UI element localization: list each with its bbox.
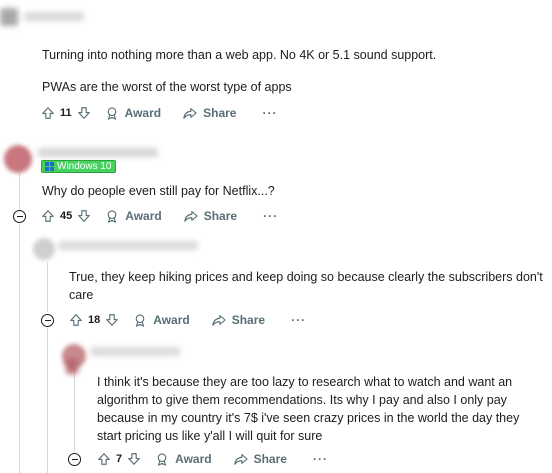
username-redacted bbox=[90, 347, 180, 356]
avatar bbox=[33, 238, 55, 260]
share-label: Share bbox=[253, 452, 287, 466]
downvote-icon[interactable] bbox=[77, 209, 91, 223]
username-redacted bbox=[58, 241, 198, 250]
share-button[interactable]: Share bbox=[233, 452, 287, 466]
upvote-icon[interactable] bbox=[41, 106, 55, 120]
avatar bbox=[4, 145, 32, 173]
award-label: Award bbox=[153, 313, 190, 327]
comment-actions: 7 Award Share ··· bbox=[97, 449, 328, 469]
vote-controls: 7 bbox=[97, 452, 141, 466]
share-label: Share bbox=[203, 106, 237, 120]
comment-line: care bbox=[69, 288, 94, 302]
upvote-icon[interactable] bbox=[69, 313, 83, 327]
username-redacted bbox=[66, 358, 78, 374]
comment-body: Turning into nothing more than a web app… bbox=[42, 46, 542, 64]
award-label: Award bbox=[125, 209, 162, 223]
award-label: Award bbox=[175, 452, 212, 466]
comment-body: I think it's because they are too lazy t… bbox=[97, 373, 547, 445]
award-icon bbox=[157, 453, 167, 466]
award-button[interactable]: Award bbox=[105, 209, 162, 223]
award-button[interactable]: Award bbox=[105, 106, 161, 120]
comment-line: start pricing us like y'all I will quit … bbox=[97, 429, 323, 443]
award-icon bbox=[107, 210, 117, 223]
thread-line[interactable] bbox=[74, 370, 75, 452]
thread-line[interactable] bbox=[19, 172, 20, 212]
vote-controls: 11 bbox=[41, 106, 91, 120]
award-label: Award bbox=[124, 106, 162, 120]
collapse-thread-button[interactable] bbox=[41, 314, 54, 327]
vote-count: 7 bbox=[116, 453, 123, 465]
comment-body: PWAs are the worst of the worst type of … bbox=[42, 78, 542, 96]
username-redacted bbox=[24, 12, 84, 21]
downvote-icon[interactable] bbox=[105, 313, 119, 327]
more-options-button[interactable]: ··· bbox=[291, 313, 306, 327]
upvote-icon[interactable] bbox=[97, 452, 111, 466]
vote-count: 18 bbox=[88, 314, 101, 326]
comment-line: PWAs are the worst of the worst type of … bbox=[42, 80, 292, 94]
comment-line: I think it's because they are too lazy t… bbox=[97, 375, 513, 389]
user-flair: Windows 10 bbox=[41, 160, 117, 173]
share-label: Share bbox=[231, 313, 266, 327]
award-button[interactable]: Award bbox=[133, 313, 190, 327]
username-redacted bbox=[0, 8, 18, 26]
comment-line: because in my country it's 7$ i've seen … bbox=[97, 411, 520, 425]
comment-actions: 11 Award Share ··· bbox=[41, 103, 277, 123]
comment-line: Why do people even still pay for Netflix… bbox=[42, 184, 275, 198]
vote-count: 11 bbox=[60, 107, 72, 119]
vote-controls: 45 bbox=[41, 209, 91, 223]
award-icon bbox=[107, 107, 116, 120]
share-icon bbox=[233, 454, 248, 465]
upvote-icon[interactable] bbox=[41, 209, 55, 223]
share-icon bbox=[212, 315, 226, 326]
thread-line[interactable] bbox=[19, 224, 20, 473]
more-options-button[interactable]: ··· bbox=[263, 209, 278, 223]
more-options-button[interactable]: ··· bbox=[262, 106, 277, 120]
collapse-thread-button[interactable] bbox=[13, 210, 26, 223]
downvote-icon[interactable] bbox=[77, 106, 91, 120]
share-icon bbox=[184, 211, 198, 222]
comment-line: Turning into nothing more than a web app… bbox=[42, 48, 437, 62]
share-icon bbox=[183, 108, 197, 119]
comment-line: True, they keep hiking prices and keep d… bbox=[69, 270, 543, 284]
comment-body: True, they keep hiking prices and keep d… bbox=[69, 268, 544, 304]
thread-line[interactable] bbox=[47, 262, 48, 312]
collapse-thread-button[interactable] bbox=[68, 453, 81, 466]
more-options-button[interactable]: ··· bbox=[313, 452, 328, 466]
flair-label: Windows 10 bbox=[57, 161, 112, 172]
share-label: Share bbox=[203, 209, 238, 223]
award-icon bbox=[135, 314, 145, 327]
comment-actions: 45 Award Share ··· bbox=[41, 206, 278, 226]
username-redacted bbox=[38, 148, 158, 157]
downvote-icon[interactable] bbox=[127, 452, 141, 466]
share-button[interactable]: Share bbox=[212, 313, 265, 327]
windows-logo-icon bbox=[45, 162, 54, 171]
share-button[interactable]: Share bbox=[183, 106, 236, 120]
award-button[interactable]: Award bbox=[155, 452, 212, 466]
thread-line[interactable] bbox=[47, 328, 48, 473]
comment-body: Why do people even still pay for Netflix… bbox=[42, 182, 542, 200]
comment-line: algorithm to give them recommendations. … bbox=[97, 393, 507, 407]
share-button[interactable]: Share bbox=[184, 209, 237, 223]
vote-controls: 18 bbox=[69, 313, 119, 327]
vote-count: 45 bbox=[60, 210, 73, 222]
comment-actions: 18 Award Share ··· bbox=[69, 310, 306, 330]
